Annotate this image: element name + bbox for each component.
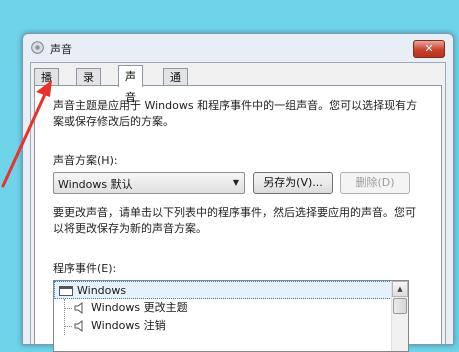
scheme-select[interactable]: Windows 默认 ▼ [53,172,245,194]
event-label: Windows [77,284,127,297]
window-icon [59,286,73,296]
list-item[interactable]: Windows 更改主题 [54,299,392,317]
scroll-thumb[interactable] [393,298,407,314]
change-text-line2: 以将更改保存为新的声音方案。 [53,222,207,235]
scheme-value: Windows 默认 [58,178,133,191]
delete-button[interactable]: 删除(D) [340,172,410,194]
scheme-label: 声音方案(H): [53,154,118,167]
speaker-icon [74,320,83,332]
tab-communications[interactable]: 通信 [163,68,188,101]
scroll-up-button[interactable]: ▲ [392,281,408,297]
program-events-list[interactable]: Windows Windows 更改主题 Windows 注销 ▲ [53,280,409,352]
speaker-icon [74,302,83,314]
dialog-client: 播放 录制 声音 通信 声音主题是应用于 Windows 和程序事件中的一组声音… [30,62,446,352]
list-item[interactable]: Windows 注销 [54,317,392,335]
title-bar: 声音 ✕ [23,34,453,62]
tab-sounds[interactable]: 声音 [118,65,143,104]
tab-recording[interactable]: 录制 [76,68,101,101]
window-title: 声音 [50,43,72,56]
events-label: 程序事件(E): [53,262,117,275]
speaker-icon [31,41,44,54]
change-text-line1: 要更改声音，请单击以下列表中的程序事件，然后选择要应用的声音。您可 [53,206,416,219]
tab-playback[interactable]: 播放 [34,68,59,101]
save-as-button[interactable]: 另存为(V)... [253,172,333,194]
vertical-scrollbar[interactable]: ▲ [391,281,408,351]
intro-text-line1: 声音主题是应用于 Windows 和程序事件中的一组声音。您可以选择现有方 [53,99,418,112]
event-label: Windows 注销 [91,319,166,332]
list-item[interactable]: Windows [54,281,392,299]
close-button[interactable]: ✕ [413,40,445,58]
sounds-panel: 声音主题是应用于 Windows 和程序事件中的一组声音。您可以选择现有方 案或… [34,85,442,352]
event-label: Windows 更改主题 [91,301,188,314]
sound-dialog: 声音 ✕ 播放 录制 声音 通信 声音主题是应用于 Windows 和程序事件中… [22,33,454,352]
intro-text-line2: 案或保存修改后的方案。 [53,115,174,128]
chevron-down-icon: ▼ [232,178,239,187]
